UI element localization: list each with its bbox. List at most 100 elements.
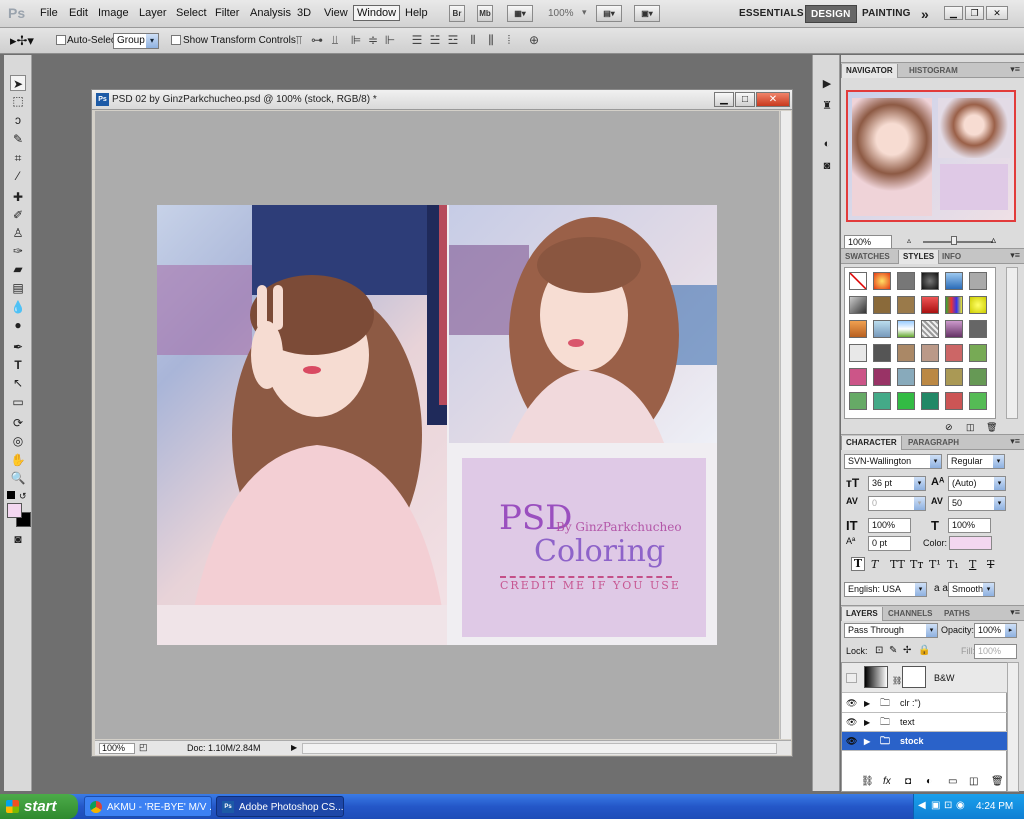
panel-menu-icon[interactable]: ▾≡: [1010, 607, 1020, 618]
lasso-tool-icon[interactable]: ↄ: [10, 112, 26, 128]
gradient-tool-icon[interactable]: ▤: [10, 280, 26, 296]
menu-3d[interactable]: 3D: [297, 7, 311, 19]
quick-select-tool-icon[interactable]: ✎: [10, 131, 26, 147]
clone-source-icon[interactable]: ♜: [820, 99, 834, 113]
horizontal-scrollbar[interactable]: [302, 743, 777, 754]
panel-menu-icon[interactable]: ▾≡: [1010, 436, 1020, 447]
crop-tool-icon[interactable]: ⌗: [10, 150, 26, 166]
style-swatch[interactable]: [897, 296, 915, 314]
lock-position-icon[interactable]: ✢: [903, 645, 911, 656]
vertical-scrollbar[interactable]: [780, 111, 791, 739]
foreground-color-swatch[interactable]: [7, 503, 22, 518]
healing-brush-tool-icon[interactable]: ✚: [10, 189, 26, 205]
eyedropper-tool-icon[interactable]: ⁄: [10, 168, 26, 184]
style-swatch[interactable]: [873, 368, 891, 386]
small-caps-icon[interactable]: Tт: [910, 558, 923, 571]
all-caps-icon[interactable]: TT: [890, 558, 905, 571]
expand-arrow-icon[interactable]: ▶: [864, 732, 870, 751]
dodge-tool-icon[interactable]: ●: [10, 317, 26, 333]
navigator-zoom-slider[interactable]: [923, 241, 993, 243]
auto-select-checkbox[interactable]: [56, 35, 66, 45]
auto-select-dropdown[interactable]: Group ▾: [113, 33, 159, 49]
zoom-out-icon[interactable]: ▵: [907, 236, 911, 245]
tab-swatches[interactable]: SWATCHES: [841, 250, 894, 264]
style-swatch[interactable]: [849, 368, 867, 386]
close-icon[interactable]: ✕: [986, 6, 1008, 20]
style-swatch[interactable]: [921, 344, 939, 362]
trash-icon[interactable]: 🗑: [986, 422, 997, 433]
style-swatch[interactable]: [945, 296, 963, 314]
layer-row[interactable]: ⛓ B&W: [842, 663, 1008, 693]
tab-channels[interactable]: CHANNELS: [884, 607, 936, 621]
style-swatch[interactable]: [873, 320, 891, 338]
menu-window[interactable]: Window: [353, 5, 401, 21]
default-colors-icon[interactable]: [7, 491, 15, 499]
align-bottom-icon[interactable]: ⫫: [328, 34, 342, 47]
align-top-icon[interactable]: ⫪: [292, 34, 306, 47]
kerning-field[interactable]: 0 ▾: [868, 496, 926, 511]
lock-transparent-icon[interactable]: ⊡: [875, 645, 883, 656]
bridge-button[interactable]: Br: [449, 5, 465, 22]
style-swatch[interactable]: [873, 296, 891, 314]
document-titlebar[interactable]: Ps PSD 02 by GinzParkchucheo.psd @ 100% …: [92, 90, 792, 110]
style-swatch[interactable]: [945, 344, 963, 362]
layer-row[interactable]: 👁 ▶ 🗀 text: [842, 713, 1008, 732]
superscript-icon[interactable]: T¹: [929, 558, 941, 571]
align-right-icon[interactable]: ⊩: [383, 34, 397, 47]
clear-style-icon[interactable]: ⊘: [945, 422, 953, 433]
opacity-field[interactable]: 100% ▸: [974, 623, 1017, 638]
eye-icon[interactable]: 👁: [846, 736, 857, 746]
play-actions-icon[interactable]: ▶: [820, 77, 834, 91]
menu-edit[interactable]: Edit: [69, 7, 88, 19]
workspace-essentials[interactable]: ESSENTIALS: [739, 5, 804, 23]
align-left-icon[interactable]: ⊫: [349, 34, 363, 47]
vertical-scale-field[interactable]: 100%: [868, 518, 911, 533]
clock[interactable]: 4:24 PM: [976, 801, 1013, 812]
style-swatch[interactable]: [921, 296, 939, 314]
tab-info[interactable]: INFO: [938, 250, 965, 264]
layer-row-selected[interactable]: 👁 ▶ 🗀 stock: [842, 732, 1008, 751]
font-style-select[interactable]: Regular ▾: [947, 454, 1005, 469]
delete-layer-icon[interactable]: 🗑: [991, 776, 1004, 787]
tab-navigator[interactable]: NAVIGATOR: [841, 64, 898, 78]
brush-tool-icon[interactable]: ✐: [10, 207, 26, 223]
blur-tool-icon[interactable]: 💧: [10, 299, 26, 315]
style-swatch[interactable]: [897, 392, 915, 410]
zoom-tool-icon[interactable]: 🔍: [10, 470, 26, 486]
expand-arrow-icon[interactable]: ▶: [864, 713, 870, 732]
start-button[interactable]: start: [0, 794, 78, 819]
screen-mode-button[interactable]: ▣▾: [634, 5, 660, 22]
fill-field[interactable]: 100%: [974, 644, 1017, 659]
lock-image-icon[interactable]: ✎: [889, 645, 897, 656]
style-swatch[interactable]: [921, 392, 939, 410]
adjustments-icon[interactable]: ◐: [820, 137, 834, 151]
subscript-icon[interactable]: T₁: [947, 558, 959, 571]
style-swatch[interactable]: [897, 368, 915, 386]
menu-select[interactable]: Select: [176, 7, 207, 19]
strikethrough-icon[interactable]: T: [987, 558, 994, 571]
doc-maximize-icon[interactable]: □: [735, 92, 755, 107]
style-swatch[interactable]: [849, 296, 867, 314]
style-swatch[interactable]: [945, 272, 963, 290]
lock-all-icon[interactable]: 🔒: [918, 645, 930, 656]
distribute-left-icon[interactable]: ⦀: [466, 34, 480, 47]
baseline-shift-field[interactable]: 0 pt: [868, 536, 911, 551]
style-swatch[interactable]: [921, 272, 939, 290]
marquee-tool-icon[interactable]: ⬚: [10, 93, 26, 109]
style-swatch[interactable]: [849, 320, 867, 338]
tab-histogram[interactable]: HISTOGRAM: [905, 64, 962, 78]
status-menu-arrow-icon[interactable]: ▶: [291, 743, 297, 752]
tab-layers[interactable]: LAYERS: [841, 607, 883, 621]
text-color-swatch[interactable]: [949, 536, 992, 550]
menu-image[interactable]: Image: [98, 7, 129, 19]
status-icon[interactable]: ◰: [139, 742, 148, 753]
history-brush-tool-icon[interactable]: ✑: [10, 243, 26, 259]
font-family-select[interactable]: SVN-Wallington ▾: [844, 454, 942, 469]
distribute-vcenter-icon[interactable]: ☱: [428, 34, 442, 47]
style-swatch[interactable]: [921, 320, 939, 338]
menu-analysis[interactable]: Analysis: [250, 7, 291, 19]
taskbar-item-photoshop[interactable]: Ps Adobe Photoshop CS...: [216, 796, 344, 817]
arrange-documents-button[interactable]: ▤▾: [596, 5, 622, 22]
pen-tool-icon[interactable]: ✒: [10, 339, 26, 355]
3d-rotate-tool-icon[interactable]: ⟳: [10, 415, 26, 431]
